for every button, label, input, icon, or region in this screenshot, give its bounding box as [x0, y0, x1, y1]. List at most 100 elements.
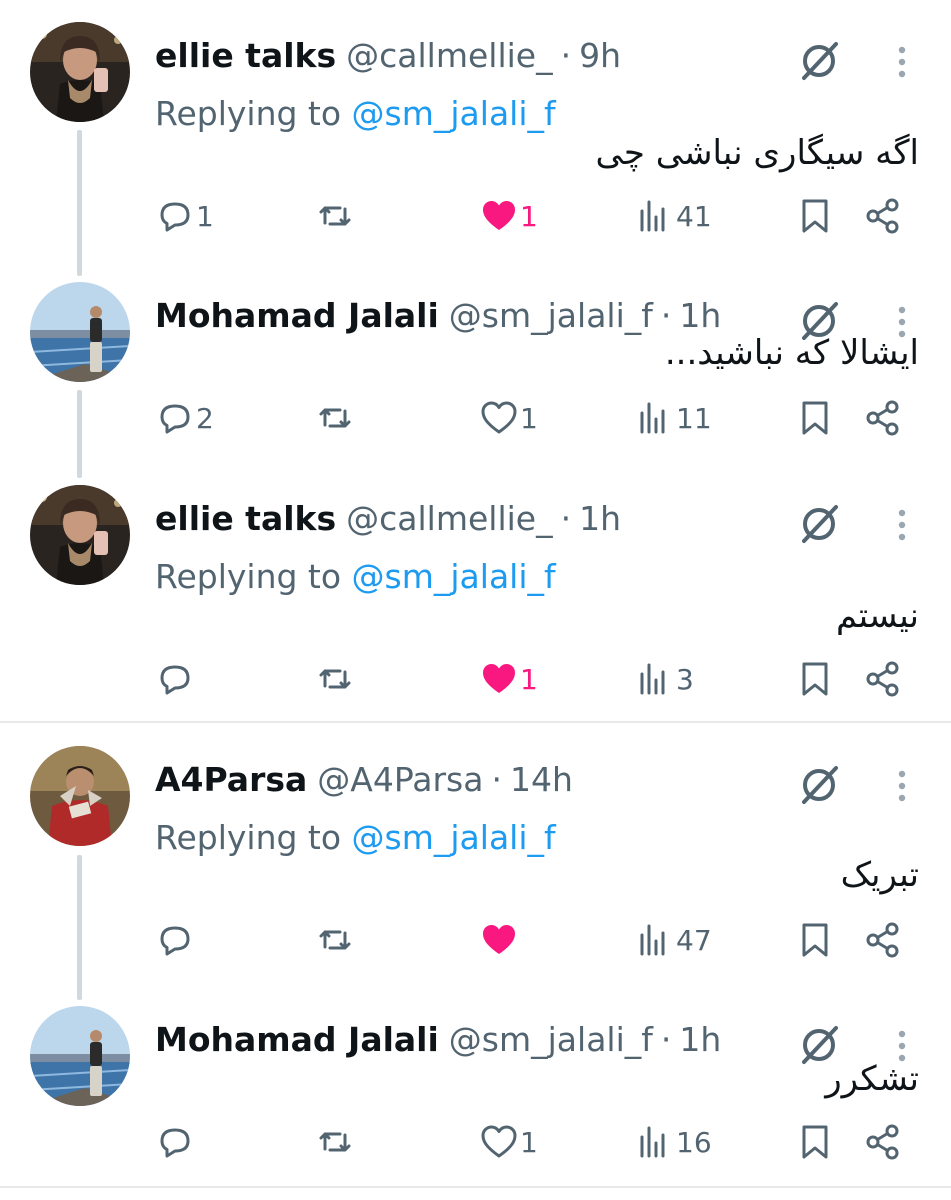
reply-button[interactable] [156, 657, 196, 701]
avatar-a4parsa-icon [30, 746, 130, 846]
avatar-ellie-icon [30, 485, 130, 585]
replying-prefix: Replying to [155, 94, 342, 133]
avatar[interactable] [30, 22, 130, 122]
bookmark-icon [802, 1125, 828, 1159]
share-button[interactable] [864, 194, 902, 238]
reply-button[interactable]: 2 [156, 396, 214, 440]
avatar[interactable] [30, 282, 130, 382]
grok-icon[interactable] [796, 38, 842, 84]
repost-icon [319, 206, 351, 226]
share-icon [866, 198, 899, 234]
grok-icon[interactable] [796, 762, 842, 808]
mention-link[interactable]: @sm_jalali_f [352, 557, 556, 596]
avatar[interactable] [30, 485, 130, 585]
more-icon[interactable] [888, 764, 916, 808]
tweet-header: ellie talks @callmellie_ · 9h [155, 34, 621, 78]
action-bar: 1 16 [0, 1120, 951, 1164]
timestamp[interactable]: 1h [679, 1018, 721, 1062]
repost-button[interactable] [316, 918, 354, 962]
like-count: 1 [520, 401, 538, 435]
views-button[interactable]: 11 [636, 396, 712, 440]
bookmark-button[interactable] [796, 396, 834, 440]
bookmark-button[interactable] [796, 1120, 834, 1164]
repost-button[interactable] [316, 396, 354, 440]
reply-icon [160, 404, 190, 434]
grok-icon[interactable] [796, 501, 842, 547]
share-button[interactable] [864, 918, 902, 962]
views-icon [640, 200, 665, 232]
bookmark-button[interactable] [796, 194, 834, 238]
mention-link[interactable]: @sm_jalali_f [352, 94, 556, 133]
views-icon [640, 924, 665, 956]
display-name[interactable]: A4Parsa [155, 758, 307, 802]
like-button[interactable]: 1 [480, 1120, 538, 1164]
user-handle[interactable]: @A4Parsa [317, 758, 483, 802]
tweet[interactable]: A4Parsa @A4Parsa · 14h Replying to @sm_j… [0, 746, 951, 976]
tweet-header: A4Parsa @A4Parsa · 14h [155, 758, 573, 802]
views-button[interactable]: 47 [636, 918, 712, 962]
heart-icon [483, 201, 515, 230]
more-icon[interactable] [888, 40, 916, 84]
reply-icon [160, 926, 190, 956]
share-button[interactable] [864, 1120, 902, 1164]
timestamp[interactable]: 9h [579, 34, 621, 78]
like-button[interactable] [480, 918, 520, 962]
heart-icon [481, 401, 517, 434]
replying-to: Replying to @sm_jalali_f [155, 92, 556, 136]
tweet[interactable]: Mohamad Jalali @sm_jalali_f · 1h ایشالا … [0, 282, 951, 452]
more-icon[interactable] [888, 503, 916, 547]
bookmark-button[interactable] [796, 657, 834, 701]
like-count: 1 [520, 662, 538, 696]
display-name[interactable]: ellie talks [155, 34, 336, 78]
repost-button[interactable] [316, 657, 354, 701]
views-button[interactable]: 3 [636, 657, 694, 701]
reply-icon [160, 665, 190, 695]
bookmark-button[interactable] [796, 918, 834, 962]
reply-icon [160, 202, 190, 232]
separator: · [491, 760, 502, 799]
repost-button[interactable] [316, 194, 354, 238]
avatar-mohamad-icon [30, 282, 130, 382]
tweet[interactable]: ellie talks @callmellie_ · 9h Replying t… [0, 22, 951, 242]
reply-count: 2 [196, 401, 214, 435]
user-handle[interactable]: @sm_jalali_f [449, 1018, 653, 1062]
share-button[interactable] [864, 657, 902, 701]
view-count: 11 [676, 401, 712, 435]
divider [0, 1186, 951, 1188]
replying-to: Replying to @sm_jalali_f [155, 816, 556, 860]
avatar[interactable] [30, 746, 130, 846]
like-count: 1 [520, 1125, 538, 1159]
user-handle[interactable]: @sm_jalali_f [449, 294, 653, 338]
divider [0, 721, 951, 723]
repost-button[interactable] [316, 1120, 354, 1164]
reply-button[interactable] [156, 918, 196, 962]
heart-icon [483, 664, 515, 693]
action-bar: 1 1 41 [0, 194, 951, 238]
timestamp[interactable]: 14h [510, 758, 573, 802]
tweet-text: تشکرر [825, 1059, 919, 1099]
user-handle[interactable]: @callmellie_ [346, 34, 552, 78]
avatar[interactable] [30, 1006, 130, 1106]
like-button[interactable]: 1 [480, 657, 538, 701]
display-name[interactable]: Mohamad Jalali [155, 294, 439, 338]
user-handle[interactable]: @callmellie_ [346, 497, 552, 541]
reply-button[interactable] [156, 1120, 196, 1164]
mention-link[interactable]: @sm_jalali_f [352, 818, 556, 857]
repost-icon [319, 669, 351, 689]
like-button[interactable]: 1 [480, 396, 538, 440]
display-name[interactable]: Mohamad Jalali [155, 1018, 439, 1062]
like-button[interactable]: 1 [480, 194, 538, 238]
views-button[interactable]: 16 [636, 1120, 712, 1164]
share-button[interactable] [864, 396, 902, 440]
display-name[interactable]: ellie talks [155, 497, 336, 541]
tweet[interactable]: Mohamad Jalali @sm_jalali_f · 1h تشکرر 1… [0, 1006, 951, 1176]
tweet[interactable]: ellie talks @callmellie_ · 1h Replying t… [0, 485, 951, 715]
reply-icon [160, 1128, 190, 1158]
reply-count: 1 [196, 199, 214, 233]
views-button[interactable]: 41 [636, 194, 712, 238]
heart-icon [481, 1125, 517, 1158]
view-count: 16 [676, 1125, 712, 1159]
reply-button[interactable]: 1 [156, 194, 214, 238]
heart-icon [483, 925, 515, 954]
timestamp[interactable]: 1h [579, 497, 621, 541]
